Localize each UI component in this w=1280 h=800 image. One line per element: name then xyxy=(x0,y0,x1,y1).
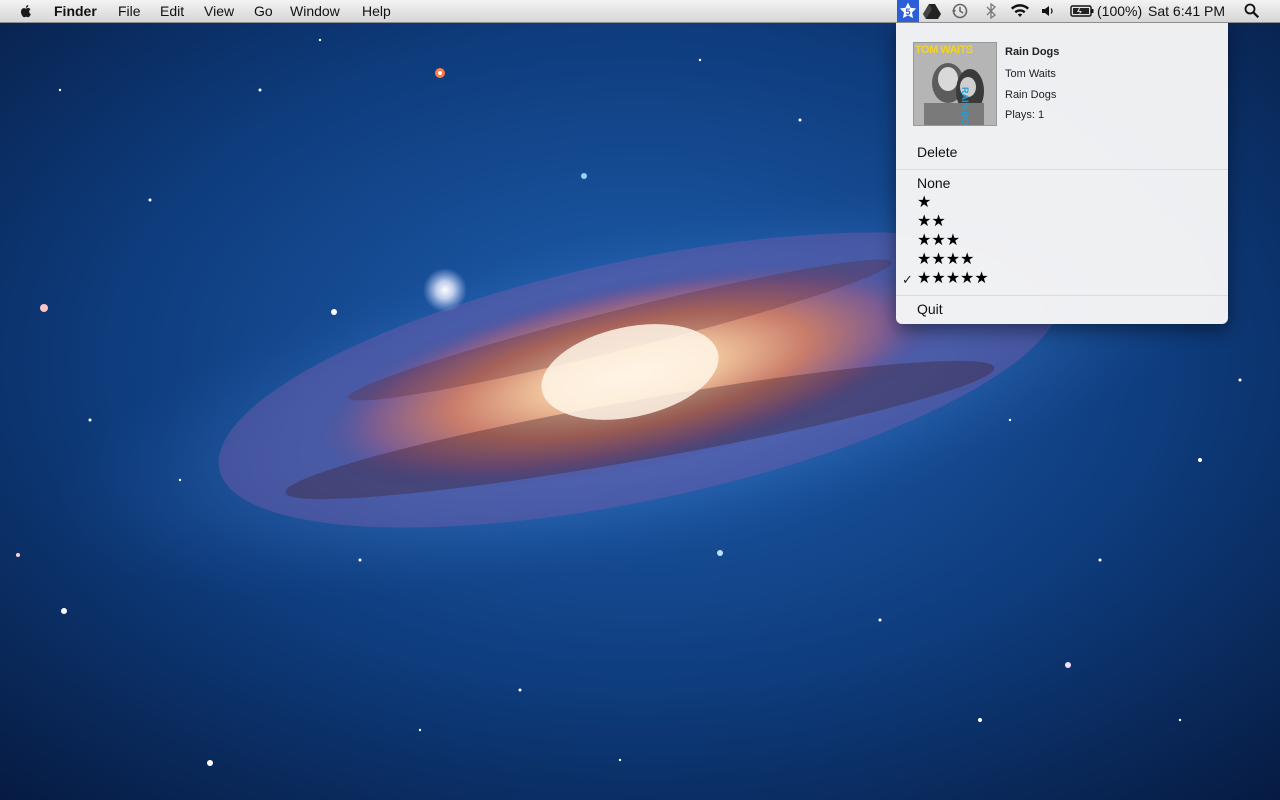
track-title: Rain Dogs xyxy=(1005,46,1060,58)
menu-bar: Finder File Edit View Go Window Help 5 (… xyxy=(0,0,1280,23)
apple-logo-icon[interactable] xyxy=(17,2,35,20)
menu-edit[interactable]: Edit xyxy=(160,2,184,20)
quit-menu-item[interactable]: Quit xyxy=(917,301,943,317)
delete-menu-item[interactable]: Delete xyxy=(917,144,957,160)
spotlight-icon[interactable] xyxy=(1243,2,1261,20)
album-art-artist-text: TOM WAITS xyxy=(915,44,973,56)
checkmark-icon: ✓ xyxy=(902,272,913,287)
rating-2-star-item[interactable]: ★★ xyxy=(917,213,946,231)
battery-icon[interactable] xyxy=(1070,2,1096,20)
rating-star-icon[interactable]: 5 xyxy=(897,0,919,22)
menu-separator xyxy=(896,169,1228,170)
wifi-icon[interactable] xyxy=(1009,2,1031,20)
rating-4-star-item[interactable]: ★★★★ xyxy=(917,251,974,269)
album-art-album-text: RAIN DOGS xyxy=(960,87,970,126)
rating-1-star-item[interactable]: ★ xyxy=(917,194,931,212)
battery-percent[interactable]: (100%) xyxy=(1097,2,1142,20)
menu-go[interactable]: Go xyxy=(254,2,273,20)
menu-separator xyxy=(896,295,1228,296)
rating-none-item[interactable]: None xyxy=(917,175,950,191)
time-machine-icon[interactable] xyxy=(951,2,969,20)
menu-window[interactable]: Window xyxy=(290,2,340,20)
volume-icon[interactable] xyxy=(1039,2,1057,20)
track-rating-menu: TOM WAITS RAIN DOGS Rain Dogs Tom Waits … xyxy=(896,22,1228,324)
menu-help[interactable]: Help xyxy=(362,2,391,20)
menu-file[interactable]: File xyxy=(118,2,141,20)
track-artist: Tom Waits xyxy=(1005,68,1056,80)
drive-icon[interactable] xyxy=(923,2,941,20)
track-plays: Plays: 1 xyxy=(1005,109,1045,121)
bluetooth-icon[interactable] xyxy=(984,2,998,20)
rating-5-star-item[interactable]: ★★★★★ xyxy=(917,270,989,288)
rating-3-star-item[interactable]: ★★★ xyxy=(917,232,960,250)
menu-view[interactable]: View xyxy=(204,2,234,20)
menu-app-finder[interactable]: Finder xyxy=(54,2,97,20)
track-album: Rain Dogs xyxy=(1005,89,1057,101)
clock[interactable]: Sat 6:41 PM xyxy=(1148,2,1225,20)
rating-badge-number: 5 xyxy=(905,7,911,17)
album-art: TOM WAITS RAIN DOGS xyxy=(913,42,997,126)
